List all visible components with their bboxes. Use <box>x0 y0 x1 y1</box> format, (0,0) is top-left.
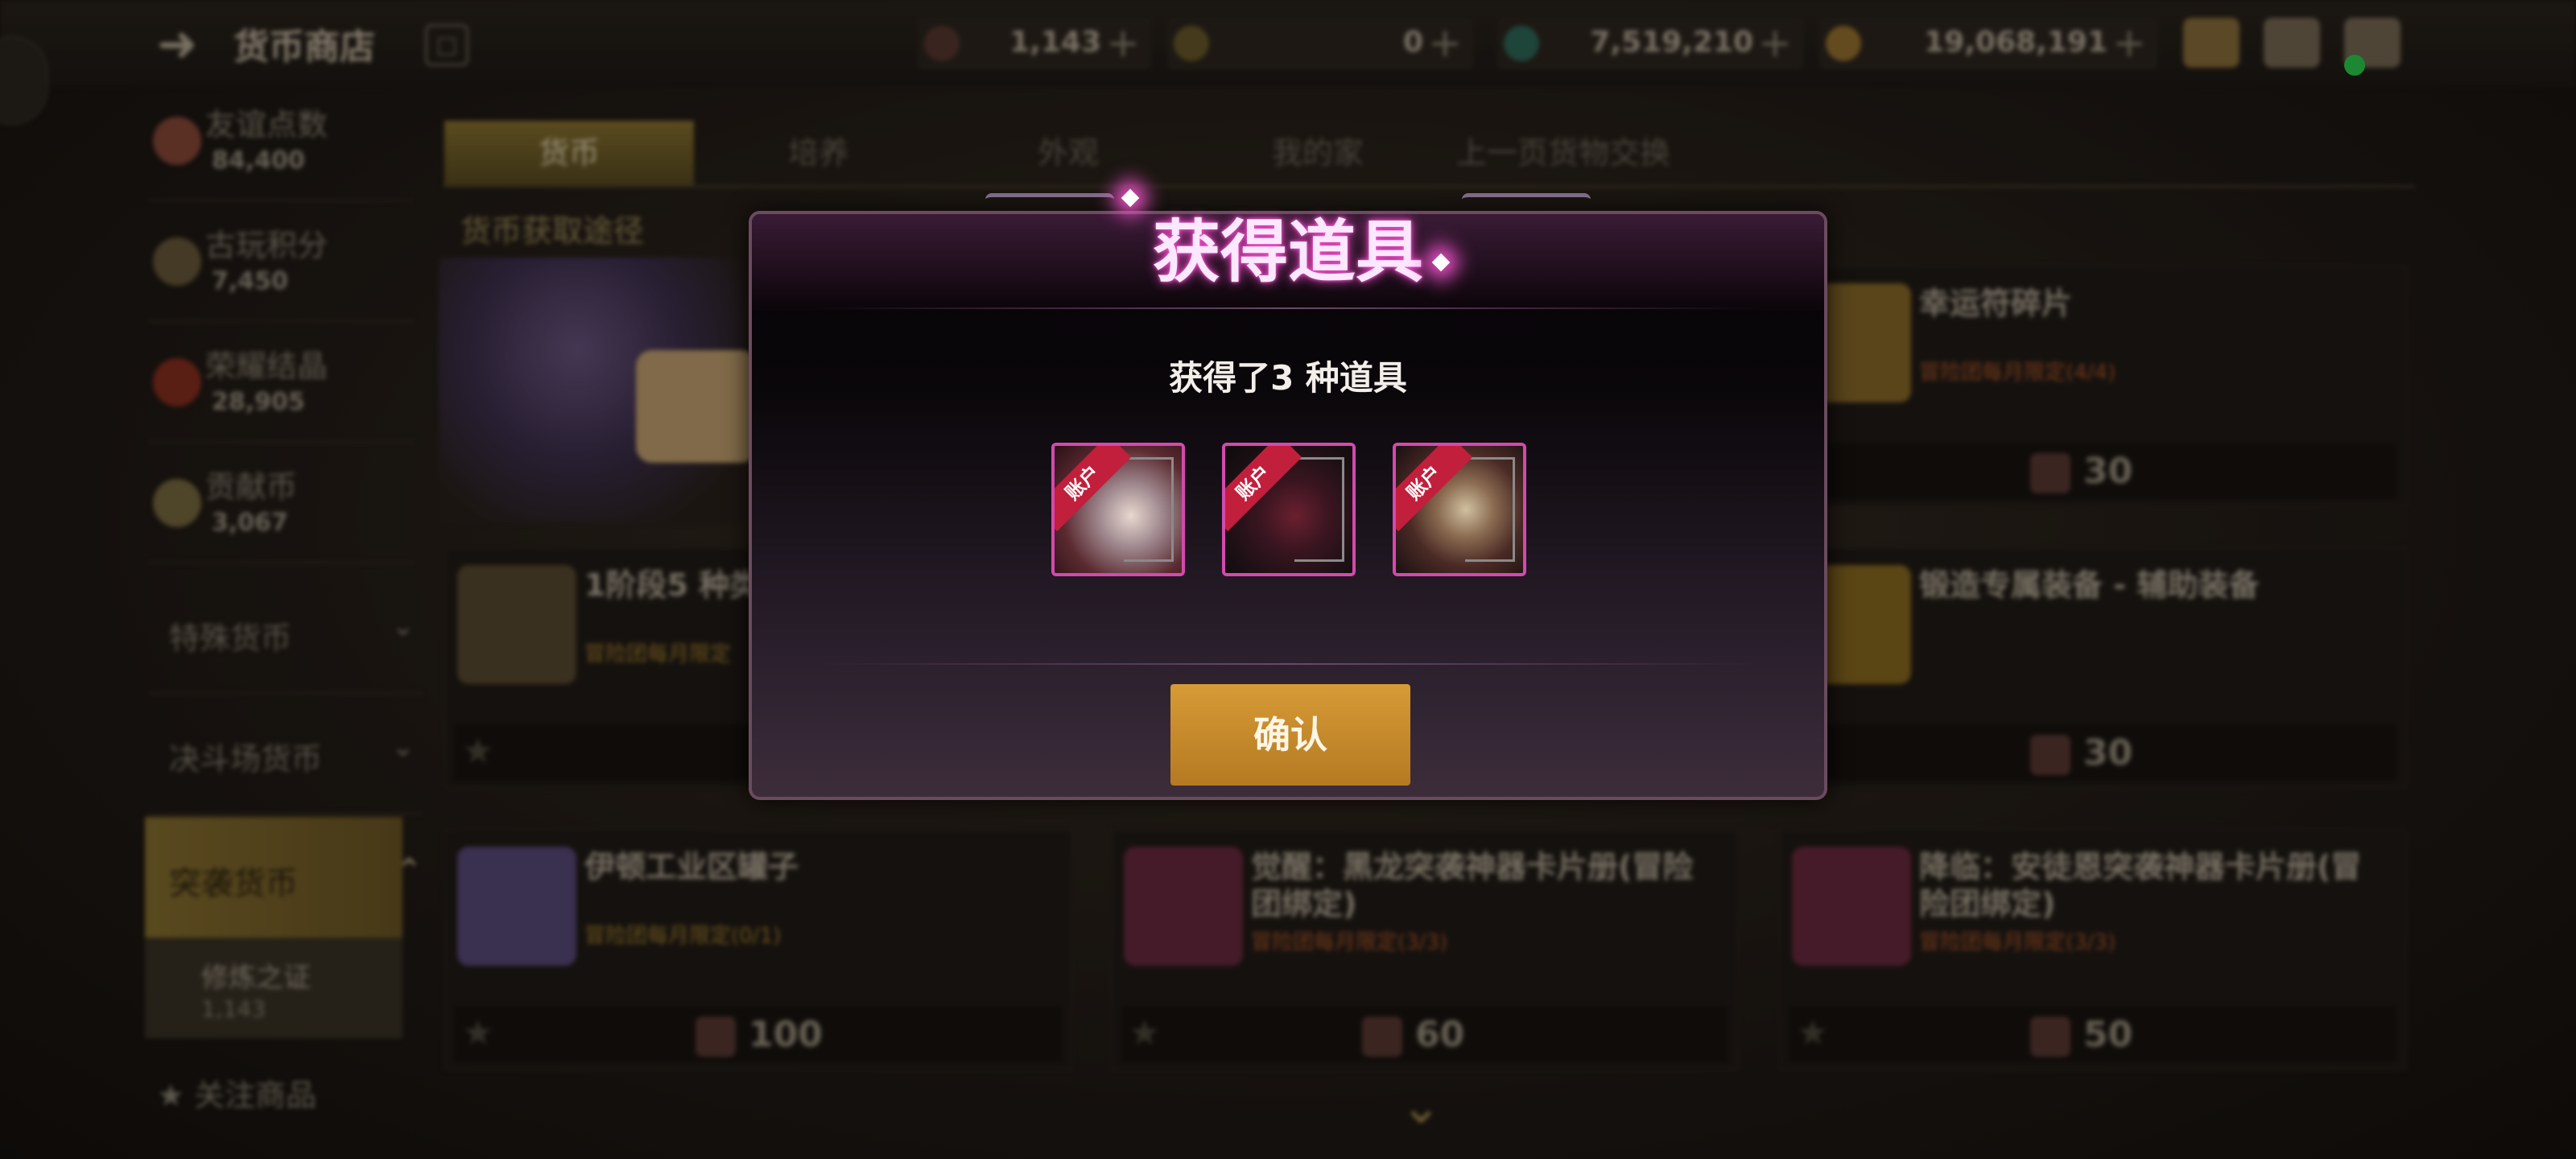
divider <box>816 663 1760 665</box>
confirm-button[interactable]: 确认 <box>1170 684 1410 786</box>
divider <box>816 307 1760 309</box>
shop-screen: ➜ 货币商店 □ 1,143 + 0 + 7,519,210 + 19,068,… <box>0 0 2576 1159</box>
item-obtained-dialog: 获得道具 获得了3 种道具 账户 账户 账户 确认 <box>749 188 1827 800</box>
reward-item-card[interactable]: 账户 <box>1393 443 1526 576</box>
dialog-title: 获得道具 <box>1152 212 1423 291</box>
reward-item-card[interactable]: 账户 <box>1051 443 1185 576</box>
dialog-subtitle: 获得了3 种道具 <box>1169 358 1407 398</box>
reward-item-card[interactable]: 账户 <box>1222 443 1356 576</box>
